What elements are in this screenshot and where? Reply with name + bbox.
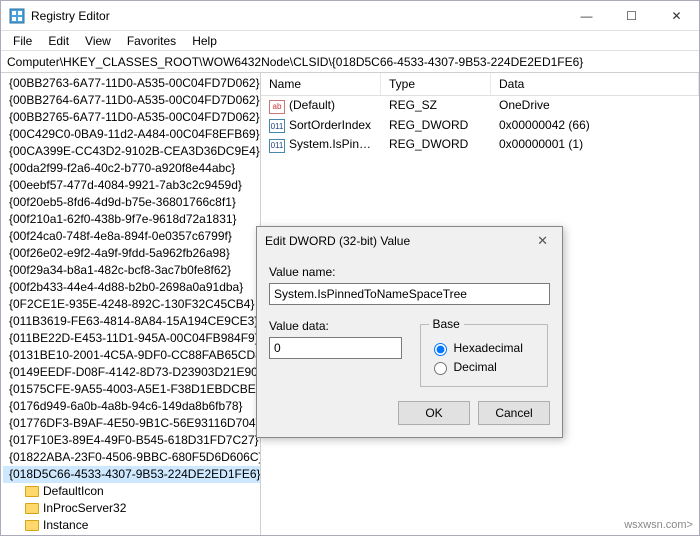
tree-subkey-label: Instance <box>43 518 88 533</box>
header-name[interactable]: Name <box>261 73 381 95</box>
maximize-button[interactable]: ☐ <box>609 1 654 30</box>
tree-key[interactable]: {00f20eb5-8fd6-4d9d-b75e-36801766c8f1} <box>3 194 260 211</box>
menu-file[interactable]: File <box>5 32 40 50</box>
app-icon <box>9 8 25 24</box>
address-bar[interactable]: Computer\HKEY_CLASSES_ROOT\WOW6432Node\C… <box>1 51 699 73</box>
header-type[interactable]: Type <box>381 73 491 95</box>
tree-key[interactable]: {01776DF3-B9AF-4E50-9B1C-56E93116D704} <box>3 415 260 432</box>
tree-subkey-label: DefaultIcon <box>43 484 104 499</box>
value-data: 0x00000001 (1) <box>491 135 699 155</box>
tree-key[interactable]: {00C429C0-0BA9-11d2-A484-00C04F8EFB69} <box>3 126 260 143</box>
value-name: SortOrderIndex <box>289 118 371 132</box>
tree-key[interactable]: {00BB2764-6A77-11D0-A535-00C04FD7D062} <box>3 92 260 109</box>
tree-key[interactable]: {00f29a34-b8a1-482c-bcf8-3ac7b0fe8f62} <box>3 262 260 279</box>
string-value-icon: ab <box>269 100 285 114</box>
tree-key[interactable]: {011B3619-FE63-4814-8A84-15A194CE9CE3} <box>3 313 260 330</box>
menu-help[interactable]: Help <box>184 32 225 50</box>
tree-key[interactable]: {011BE22D-E453-11D1-945A-00C04FB984F9} <box>3 330 260 347</box>
tree-subkey[interactable]: ShellFolder <box>3 534 260 535</box>
tree-key[interactable]: {00f210a1-62f0-438b-9f7e-9618d72a1831} <box>3 211 260 228</box>
tree-key[interactable]: {01575CFE-9A55-4003-A5E1-F38D1EBDCBE1} <box>3 381 260 398</box>
registry-editor-window: Registry Editor — ☐ ✕ File Edit View Fav… <box>0 0 700 536</box>
value-type: REG_DWORD <box>381 135 491 155</box>
value-row[interactable]: 011 System.IsPinned...REG_DWORD0x00000001… <box>261 135 699 155</box>
base-legend: Base <box>429 317 464 331</box>
cancel-button[interactable]: Cancel <box>478 401 550 425</box>
value-type: REG_SZ <box>381 96 491 116</box>
edit-dword-dialog: Edit DWORD (32-bit) Value ✕ Value name: … <box>256 226 563 438</box>
dialog-titlebar[interactable]: Edit DWORD (32-bit) Value ✕ <box>257 227 562 255</box>
radio-decimal[interactable] <box>434 362 447 375</box>
tree-subkey[interactable]: Instance <box>3 517 260 534</box>
tree-key[interactable]: {00BB2765-6A77-11D0-A535-00C04FD7D062} <box>3 109 260 126</box>
dialog-title-text: Edit DWORD (32-bit) Value <box>265 234 531 248</box>
dword-value-icon: 011 <box>269 119 285 133</box>
value-name-label: Value name: <box>269 265 550 279</box>
tree-subkey-label: InProcServer32 <box>43 501 126 516</box>
value-name: System.IsPinned... <box>289 137 381 151</box>
tree-panel[interactable]: {00BB2763-6A77-11D0-A535-00C04FD7D062}{0… <box>1 73 261 535</box>
tree-key[interactable]: {00f2b433-44e4-4d88-b2b0-2698a0a91dba} <box>3 279 260 296</box>
tree-subkey[interactable]: InProcServer32 <box>3 500 260 517</box>
titlebar: Registry Editor — ☐ ✕ <box>1 1 699 31</box>
header-data[interactable]: Data <box>491 73 699 95</box>
tree-key[interactable]: {0F2CE1E-935E-4248-892C-130F32C45CB4} <box>3 296 260 313</box>
dword-value-icon: 011 <box>269 139 285 153</box>
menubar: File Edit View Favorites Help <box>1 31 699 51</box>
folder-icon <box>25 503 39 514</box>
value-name: (Default) <box>289 98 335 112</box>
value-data-label: Value data: <box>269 319 402 333</box>
tree-subkey[interactable]: DefaultIcon <box>3 483 260 500</box>
value-row[interactable]: 011 SortOrderIndex REG_DWORD0x00000042 (66… <box>261 116 699 136</box>
tree-key[interactable]: {0176d949-6a0b-4a8b-94c6-149da8b6fb78} <box>3 398 260 415</box>
label-hexadecimal: Hexadecimal <box>454 341 523 355</box>
ok-button[interactable]: OK <box>398 401 470 425</box>
folder-icon <box>25 486 39 497</box>
folder-icon <box>25 520 39 531</box>
list-header: Name Type Data <box>261 73 699 96</box>
tree-key[interactable]: {00f26e02-e9f2-4a9f-9fdd-5a962fb26a98} <box>3 245 260 262</box>
value-row[interactable]: ab (Default) REG_SZOneDrive <box>261 96 699 116</box>
radio-hexadecimal[interactable] <box>434 343 447 356</box>
tree-key[interactable]: {0131BE10-2001-4C5A-9DF0-CC88FAB65CD8} <box>3 347 260 364</box>
tree-key[interactable]: {00CA399E-CC43D2-9102B-CEA3D36DC9E4} <box>3 143 260 160</box>
tree-key[interactable]: {00eebf57-477d-4084-9921-7ab3c2c9459d} <box>3 177 260 194</box>
base-group: Base Hexadecimal Decimal <box>420 317 549 387</box>
minimize-button[interactable]: — <box>564 1 609 30</box>
menu-view[interactable]: View <box>77 32 119 50</box>
tree-key[interactable]: {00da2f99-f2a6-40c2-b770-a920f8e44abc} <box>3 160 260 177</box>
tree-key[interactable]: {017F10E3-89E4-49F0-B545-618D31FD7C27} <box>3 432 260 449</box>
menu-edit[interactable]: Edit <box>40 32 77 50</box>
tree-key[interactable]: {00BB2763-6A77-11D0-A535-00C04FD7D062} <box>3 75 260 92</box>
dialog-close-button[interactable]: ✕ <box>531 233 554 249</box>
close-button[interactable]: ✕ <box>654 1 699 30</box>
value-type: REG_DWORD <box>381 116 491 136</box>
tree-key[interactable]: {0149EEDF-D08F-4142-8D73-D23903D21E90} <box>3 364 260 381</box>
menu-favorites[interactable]: Favorites <box>119 32 184 50</box>
value-name-input[interactable] <box>269 283 550 305</box>
value-data-input[interactable] <box>269 337 402 359</box>
watermark: wsxwsn.com> <box>624 519 693 531</box>
tree-key[interactable]: {018D5C66-4533-4307-9B53-224DE2ED1FE6} <box>3 466 260 483</box>
tree-key[interactable]: {00f24ca0-748f-4e8a-894f-0e0357c6799f} <box>3 228 260 245</box>
tree-key[interactable]: {01822ABA-23F0-4506-9BBC-680F5D6D606C} <box>3 449 260 466</box>
value-data: 0x00000042 (66) <box>491 116 699 136</box>
label-decimal: Decimal <box>454 360 497 374</box>
value-data: OneDrive <box>491 96 699 116</box>
address-path: Computer\HKEY_CLASSES_ROOT\WOW6432Node\C… <box>7 55 583 69</box>
window-title: Registry Editor <box>31 9 564 23</box>
